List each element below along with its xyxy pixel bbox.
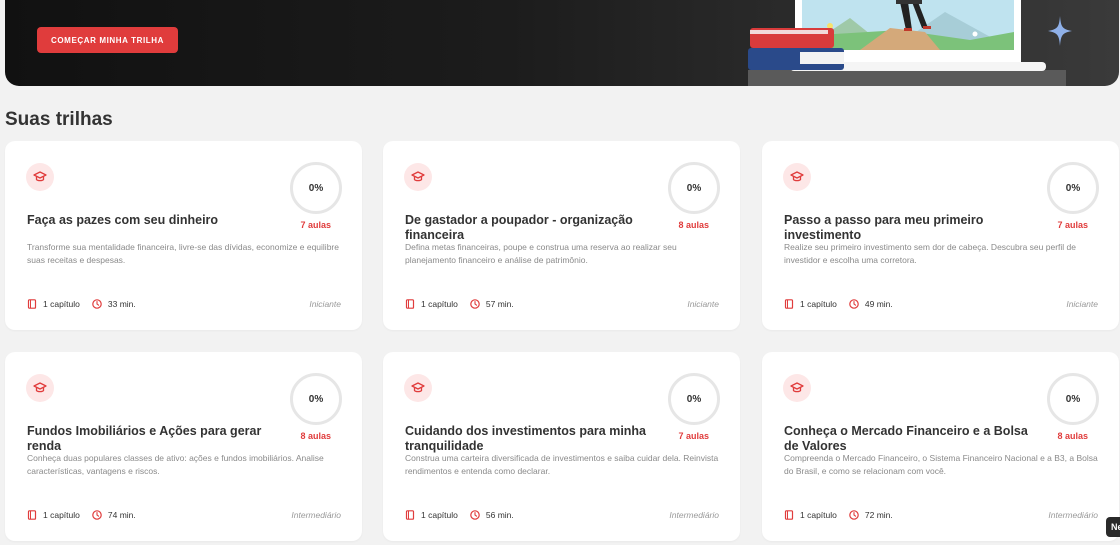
level-label: Intermediário (291, 510, 341, 520)
chapters-count: 1 capítulo (43, 299, 80, 309)
graduation-cap-icon (404, 163, 432, 191)
graduation-cap-icon (26, 374, 54, 402)
book-icon (405, 299, 415, 309)
chapters-count: 1 capítulo (43, 510, 80, 520)
track-card[interactable]: 0% 7 aulas Cuidando dos investimentos pa… (383, 352, 740, 541)
progress-ring: 0% (290, 162, 342, 214)
track-description: Compreenda o Mercado Financeiro, o Siste… (784, 453, 1098, 476)
book-icon (784, 510, 794, 520)
progress-value: 0% (1065, 393, 1081, 405)
clock-icon (92, 510, 102, 520)
lessons-count: 7 aulas (300, 220, 331, 230)
level-label: Iniciante (687, 299, 719, 309)
track-card[interactable]: 0% 8 aulas Conheça o Mercado Financeiro … (762, 352, 1119, 541)
graduation-cap-icon (404, 374, 432, 402)
progress-ring: 0% (668, 162, 720, 214)
graduation-cap-icon (26, 163, 54, 191)
progress-ring: 0% (1047, 373, 1099, 425)
chapters-count: 1 capítulo (421, 510, 458, 520)
progress-value: 0% (308, 393, 324, 405)
track-meta: 1 capítulo 56 min. (405, 509, 514, 521)
chapters-count: 1 capítulo (421, 299, 458, 309)
chapters-count: 1 capítulo (800, 299, 837, 309)
track-title[interactable]: Passo a passo para meu primeiro investim… (784, 213, 1034, 243)
duration: 74 min. (107, 510, 136, 520)
track-title[interactable]: Faça as pazes com seu dinheiro (27, 213, 277, 228)
clock-icon (470, 299, 480, 309)
track-description: Defina metas financeiras, poupe e constr… (405, 242, 677, 265)
chat-tab[interactable]: Ne (1106, 517, 1120, 537)
clock-icon (849, 510, 859, 520)
duration: 33 min. (107, 299, 136, 309)
track-card[interactable]: 0% 8 aulas Fundos Imobiliários e Ações p… (5, 352, 362, 541)
section-title: Suas trilhas (5, 109, 113, 130)
track-title[interactable]: De gastador a poupador - organização fin… (405, 213, 655, 243)
duration: 72 min. (864, 510, 893, 520)
progress-ring: 0% (290, 373, 342, 425)
progress-value: 0% (308, 182, 324, 194)
hero-illustration (748, 0, 1066, 86)
progress-ring: 0% (1047, 162, 1099, 214)
progress-value: 0% (686, 182, 702, 194)
graduation-cap-icon (783, 163, 811, 191)
book-icon (27, 299, 37, 309)
track-card[interactable]: 0% 7 aulas Faça as pazes com seu dinheir… (5, 141, 362, 330)
book-icon (405, 510, 415, 520)
track-description: Conheça duas populares classes de ativo:… (27, 453, 324, 476)
lessons-count: 7 aulas (1057, 220, 1088, 230)
progress-ring: 0% (668, 373, 720, 425)
chapters-count: 1 capítulo (800, 510, 837, 520)
duration: 57 min. (485, 299, 514, 309)
lessons-count: 8 aulas (678, 220, 709, 230)
start-track-button[interactable]: COMEÇAR MINHA TRILHA (37, 27, 178, 53)
duration: 49 min. (864, 299, 893, 309)
clock-icon (470, 510, 480, 520)
track-card[interactable]: 0% 8 aulas De gastador a poupador - orga… (383, 141, 740, 330)
track-meta: 1 capítulo 57 min. (405, 298, 514, 310)
level-label: Iniciante (309, 299, 341, 309)
track-description: Construa uma carteira diversificada de i… (405, 453, 719, 476)
sparkle-icon (1048, 16, 1072, 46)
book-icon (27, 510, 37, 520)
graduation-cap-icon (783, 374, 811, 402)
lessons-count: 7 aulas (678, 431, 709, 441)
track-meta: 1 capítulo 49 min. (784, 298, 893, 310)
progress-value: 0% (686, 393, 702, 405)
track-meta: 1 capítulo 74 min. (27, 509, 136, 521)
track-title[interactable]: Conheça o Mercado Financeiro e a Bolsa d… (784, 424, 1034, 454)
lessons-count: 8 aulas (1057, 431, 1088, 441)
track-card[interactable]: 0% 7 aulas Passo a passo para meu primei… (762, 141, 1119, 330)
book-icon (784, 299, 794, 309)
hero-banner: COMEÇAR MINHA TRILHA (5, 0, 1119, 86)
clock-icon (849, 299, 859, 309)
track-meta: 1 capítulo 33 min. (27, 298, 136, 310)
track-description: Realize seu primeiro investimento sem do… (784, 242, 1076, 265)
track-title[interactable]: Cuidando dos investimentos para minha tr… (405, 424, 655, 454)
track-description: Transforme sua mentalidade financeira, l… (27, 242, 339, 265)
level-label: Intermediário (669, 510, 719, 520)
track-meta: 1 capítulo 72 min. (784, 509, 893, 521)
lessons-count: 8 aulas (300, 431, 331, 441)
clock-icon (92, 299, 102, 309)
level-label: Iniciante (1066, 299, 1098, 309)
duration: 56 min. (485, 510, 514, 520)
level-label: Intermediário (1048, 510, 1098, 520)
track-title[interactable]: Fundos Imobiliários e Ações para gerar r… (27, 424, 277, 454)
progress-value: 0% (1065, 182, 1081, 194)
